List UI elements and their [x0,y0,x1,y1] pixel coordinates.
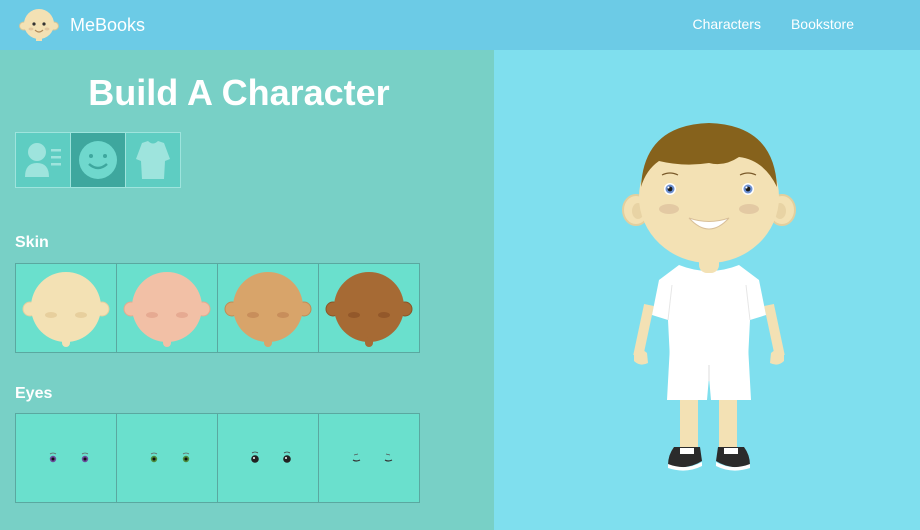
eyes-purple-icon [49,452,89,463]
head-light-icon [22,272,110,347]
character-preview-panel [494,50,920,530]
profile-icon [25,143,61,177]
skin-option-3[interactable] [217,263,319,353]
tab-face[interactable] [70,132,126,188]
skin-option-1[interactable] [15,263,117,353]
eyes-section-label: Eyes [15,385,53,402]
tab-clothing[interactable] [125,132,181,188]
face-icon [79,141,117,179]
eyes-option-3[interactable] [217,413,319,503]
eyes-option-1[interactable] [15,413,117,503]
head-brown-icon [325,272,413,347]
head-peach-icon [123,272,211,347]
eyes-green-icon [150,452,190,463]
page-title: Build A Character [88,72,390,113]
skin-option-2[interactable] [116,263,218,353]
character-preview [622,123,796,471]
skin-section-label: Skin [15,234,49,251]
brand-name: MeBooks [70,15,146,35]
builder-panel: Build A Character Skin Eyes [0,50,494,530]
skin-option-4[interactable] [318,263,420,353]
tab-profile[interactable] [15,132,71,188]
top-navbar: MeBooks Characters Bookstore [0,0,920,50]
eyes-option-2[interactable] [116,413,218,503]
shirt-icon [136,141,170,179]
eyes-option-4[interactable] [318,413,420,503]
eyes-closed-icon [352,453,393,462]
nav-characters-link[interactable]: Characters [692,16,760,32]
eyes-black-icon [251,451,291,463]
nav-bookstore-link[interactable]: Bookstore [791,16,854,32]
top-nav: Characters Bookstore [692,16,854,32]
skin-options [15,263,420,353]
category-tabs [15,132,181,188]
brand[interactable]: MeBooks [18,8,145,42]
logo-face-icon [19,9,59,41]
head-tan-icon [224,272,312,347]
eyes-options [15,413,420,503]
